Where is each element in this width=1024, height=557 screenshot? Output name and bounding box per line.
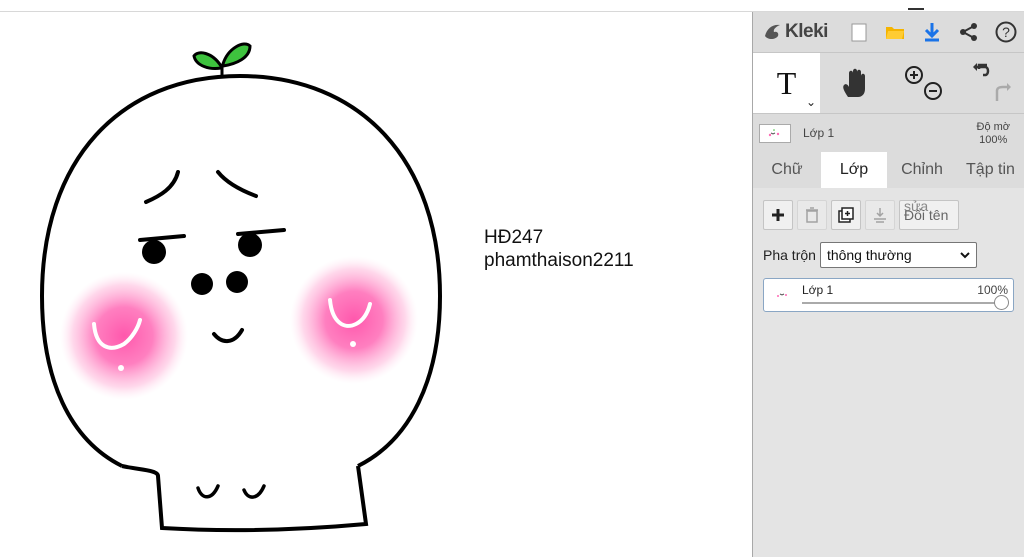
layer-thumbnail[interactable] (759, 123, 791, 143)
new-image-icon (851, 23, 867, 41)
svg-text:?: ? (1002, 24, 1010, 40)
layers-tab-content: sửa Đổi tên Pha trộn thông thường Lớp 1 … (753, 188, 1024, 557)
rename-layer-button[interactable]: sửa Đổi tên (899, 198, 959, 230)
trash-icon (806, 207, 818, 223)
tab-bar: Chữ Lớp Chỉnh Tập tin (753, 152, 1024, 188)
layer-item-name: Lớp 1 (802, 283, 834, 297)
layer-opacity-knob[interactable] (994, 295, 1009, 310)
layer-opacity-display: Độ mờ 100% (977, 121, 1011, 147)
rename-label: Đổi tên (904, 207, 949, 223)
download-button[interactable] (914, 12, 951, 52)
zoom-icon[interactable] (902, 63, 946, 103)
canvas-text-line2: phamthaison2211 (484, 250, 634, 271)
text-tool-button[interactable]: T ⌄ (753, 53, 820, 113)
blend-mode-row: Pha trộn thông thường (763, 242, 1014, 268)
undo-redo-controls (957, 53, 1024, 113)
tool-row: T ⌄ (753, 52, 1024, 114)
download-icon (925, 23, 940, 42)
tool-panel: Kleki ? T ⌄ Lớp 1 Độ mờ 100% Chữ Lớp Chỉ… (752, 12, 1024, 557)
hand-icon (843, 68, 865, 97)
merge-down-button[interactable] (865, 200, 895, 230)
share-button[interactable] (951, 12, 988, 52)
zoom-controls (890, 53, 957, 113)
help-button[interactable]: ? (987, 12, 1024, 52)
duplicate-layer-button[interactable] (831, 200, 861, 230)
canvas-text-line1: HĐ247 (484, 227, 544, 248)
undo-redo-icon[interactable] (967, 61, 1015, 105)
chevron-down-icon (960, 251, 970, 258)
merge-down-icon (874, 208, 886, 223)
open-folder-icon (886, 27, 905, 39)
layer-thumbnail-preview (768, 128, 780, 136)
duplicate-icon (838, 207, 854, 223)
kleki-logo[interactable]: Kleki (763, 21, 840, 43)
blend-mode-value: thông thường (826, 247, 912, 263)
top-strip (0, 0, 1024, 12)
text-tool-icon: T (776, 64, 797, 101)
hand-tool-button[interactable] (820, 53, 890, 113)
plus-icon (772, 209, 784, 221)
logo-text: Kleki (785, 21, 828, 42)
tab-text[interactable]: Chữ (753, 152, 821, 188)
drawing-canvas[interactable]: HĐ247 phamthaison2211 (0, 12, 752, 557)
top-mark (908, 8, 924, 10)
layer-list-item[interactable]: Lớp 1 100% (763, 278, 1014, 312)
open-button[interactable] (877, 12, 914, 52)
share-icon (959, 23, 977, 41)
tab-file[interactable]: Tập tin (957, 152, 1024, 188)
layer-actions-row: sửa Đổi tên (763, 198, 1014, 230)
layer-item-thumbnail (777, 293, 787, 297)
opacity-label: Độ mờ (976, 121, 1011, 133)
chevron-down-icon[interactable]: ⌄ (806, 95, 816, 109)
canvas-text-block: HĐ247 phamthaison2211 (484, 226, 634, 272)
opacity-value: 100% (979, 134, 1008, 146)
blend-mode-select[interactable]: thông thường (819, 242, 977, 268)
current-layer-bar: Lớp 1 Độ mờ 100% (753, 114, 1024, 152)
help-icon: ? (995, 21, 1017, 43)
delete-layer-button[interactable] (797, 200, 827, 230)
blend-mode-label: Pha trộn (763, 247, 816, 263)
add-layer-button[interactable] (763, 200, 793, 230)
tab-layers[interactable]: Lớp (821, 152, 887, 188)
current-layer-name: Lớp 1 (803, 126, 835, 140)
tab-adjust[interactable]: Chỉnh (887, 152, 957, 188)
layer-opacity-slider[interactable] (802, 302, 999, 304)
canvas-drawing (39, 42, 443, 533)
kleki-logo-icon (765, 24, 780, 39)
panel-header: Kleki ? (753, 12, 1024, 52)
new-image-button[interactable] (840, 12, 877, 52)
